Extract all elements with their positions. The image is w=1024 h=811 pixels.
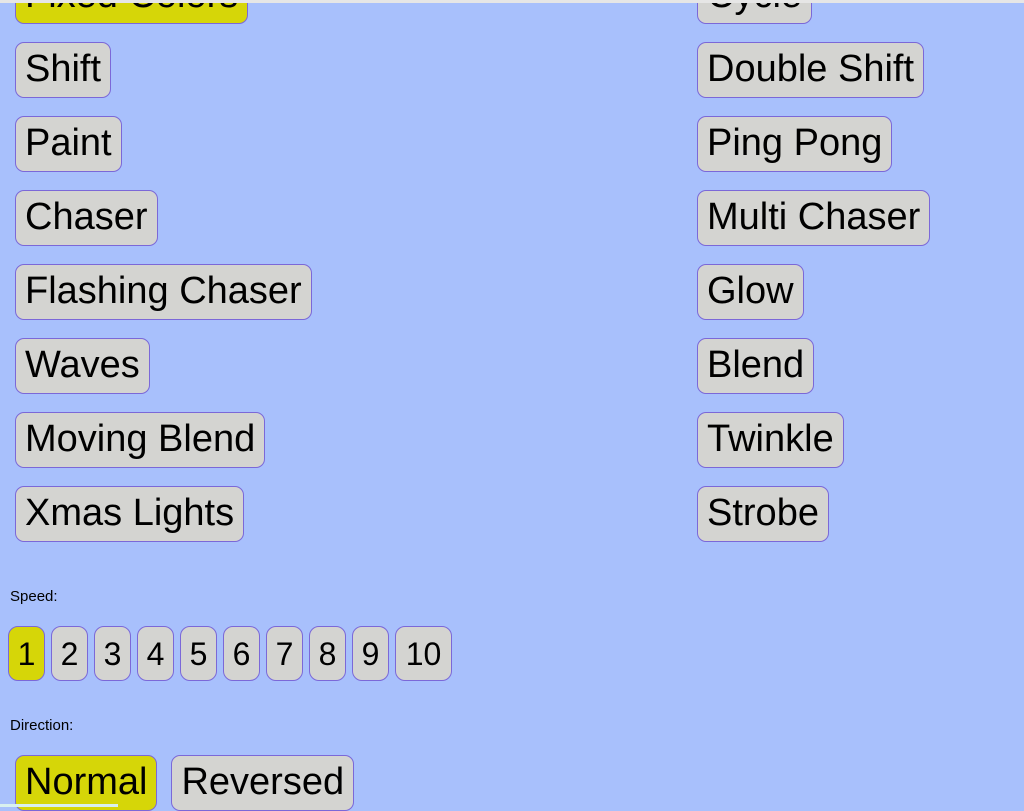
mode-button-strobe[interactable]: Strobe — [697, 486, 829, 542]
speed-button-5[interactable]: 5 — [180, 626, 217, 681]
mode-button-fixed-colors[interactable]: Fixed Colors — [15, 0, 249, 24]
speed-button-9[interactable]: 9 — [352, 626, 389, 681]
direction-button-normal[interactable]: Normal — [15, 755, 158, 811]
mode-button-xmas-lights[interactable]: Xmas Lights — [15, 486, 245, 542]
mode-button-shift[interactable]: Shift — [15, 42, 112, 98]
mode-column-left: Fixed Colors Shift Paint Chaser Flashing… — [15, 0, 312, 542]
mode-button-blend[interactable]: Blend — [697, 338, 815, 394]
speed-button-2[interactable]: 2 — [51, 626, 88, 681]
speed-section-label: Speed: — [10, 588, 58, 605]
direction-section-label: Direction: — [10, 717, 74, 734]
speed-button-3[interactable]: 3 — [94, 626, 131, 681]
speed-button-4[interactable]: 4 — [137, 626, 174, 681]
mode-button-ping-pong[interactable]: Ping Pong — [697, 116, 893, 172]
mode-button-paint[interactable]: Paint — [15, 116, 122, 172]
mode-button-chaser[interactable]: Chaser — [15, 190, 158, 246]
mode-button-flashing-chaser[interactable]: Flashing Chaser — [15, 264, 312, 320]
mode-button-cycle[interactable]: Cycle — [697, 0, 813, 24]
led-controller-page: Fixed Colors Shift Paint Chaser Flashing… — [0, 0, 1024, 811]
mode-column-right: Cycle Double Shift Ping Pong Multi Chase… — [697, 0, 931, 542]
direction-button-row: Normal Reversed — [15, 755, 355, 811]
mode-button-twinkle[interactable]: Twinkle — [697, 412, 844, 468]
mode-button-moving-blend[interactable]: Moving Blend — [15, 412, 266, 468]
mode-button-multi-chaser[interactable]: Multi Chaser — [697, 190, 931, 246]
mode-button-waves[interactable]: Waves — [15, 338, 150, 394]
speed-button-7[interactable]: 7 — [266, 626, 303, 681]
direction-button-reversed[interactable]: Reversed — [171, 755, 355, 811]
speed-button-1[interactable]: 1 — [8, 626, 45, 681]
speed-button-6[interactable]: 6 — [223, 626, 260, 681]
speed-button-row: 1 2 3 4 5 6 7 8 9 10 — [8, 626, 452, 681]
mode-button-glow[interactable]: Glow — [697, 264, 804, 320]
top-clipped-strip — [0, 0, 1024, 3]
speed-button-8[interactable]: 8 — [309, 626, 346, 681]
mode-button-double-shift[interactable]: Double Shift — [697, 42, 925, 98]
mode-button-grid: Fixed Colors Shift Paint Chaser Flashing… — [0, 0, 1024, 560]
speed-button-10[interactable]: 10 — [395, 626, 452, 681]
